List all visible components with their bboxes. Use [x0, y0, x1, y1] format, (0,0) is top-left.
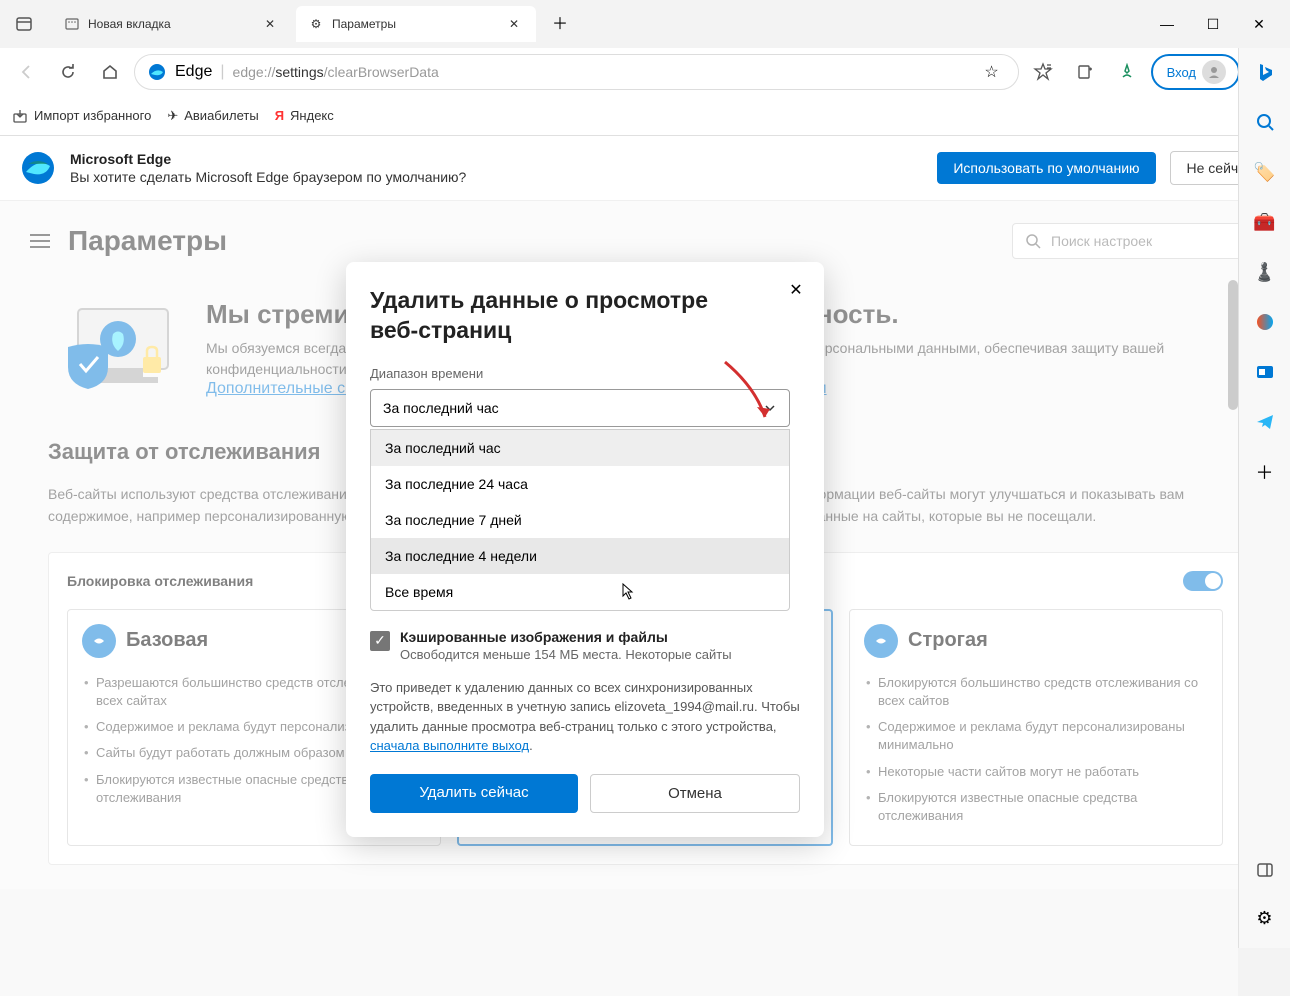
- tools-icon[interactable]: 🧰: [1251, 208, 1279, 236]
- time-range-dropdown[interactable]: За последний час: [370, 389, 790, 427]
- outlook-icon[interactable]: [1251, 358, 1279, 386]
- games-icon[interactable]: ♟️: [1251, 258, 1279, 286]
- tab-label: Новая вкладка: [88, 17, 171, 31]
- dropdown-list: За последний часЗа последние 24 часаЗа п…: [370, 429, 790, 611]
- check-label: Кэшированные изображения и файлы: [400, 629, 732, 645]
- shopping-icon[interactable]: 🏷️: [1251, 158, 1279, 186]
- collections-icon[interactable]: [1067, 54, 1103, 90]
- url-box[interactable]: Edge | edge://settings/clearBrowserData …: [134, 54, 1019, 90]
- tab-icon: [64, 16, 80, 32]
- tab-close-button[interactable]: ✕: [504, 14, 524, 34]
- right-sidebar: 🏷️ 🧰 ♟️ ＋ ⚙: [1238, 48, 1290, 948]
- bookmarks-bar: Импорт избранного ✈ Авиабилеты Я Яндекс: [0, 96, 1290, 136]
- login-button[interactable]: Вход: [1151, 54, 1240, 90]
- url-prefix: Edge: [175, 63, 212, 81]
- tab-label: Параметры: [332, 17, 396, 31]
- bookmark-import[interactable]: Импорт избранного: [12, 108, 151, 124]
- favorite-star-icon[interactable]: ☆: [978, 58, 1006, 86]
- close-window-button[interactable]: ✕: [1236, 4, 1282, 44]
- settings-gear-icon[interactable]: ⚙: [1251, 904, 1279, 932]
- bookmark-label: Авиабилеты: [184, 108, 258, 123]
- new-tab-button[interactable]: ＋: [544, 6, 576, 38]
- dropdown-option[interactable]: За последние 4 недели: [371, 538, 789, 574]
- avatar-icon: [1202, 60, 1226, 84]
- telegram-icon[interactable]: [1251, 408, 1279, 436]
- chevron-down-icon: [763, 401, 777, 415]
- url-text: edge://settings/clearBrowserData: [233, 64, 970, 80]
- dropdown-option[interactable]: Все время: [371, 574, 789, 610]
- signout-link[interactable]: сначала выполните выход: [370, 738, 529, 753]
- modal-title: Удалить данные о просмотре веб-страниц: [370, 286, 750, 346]
- tab-new-tab[interactable]: Новая вкладка ✕: [52, 6, 292, 42]
- edge-logo-icon: [20, 150, 56, 186]
- refresh-button[interactable]: [50, 54, 86, 90]
- edge-logo-icon: [147, 62, 167, 82]
- tab-close-button[interactable]: ✕: [260, 14, 280, 34]
- cancel-button[interactable]: Отмена: [590, 774, 800, 813]
- dropdown-selected: За последний час: [383, 400, 499, 416]
- bookmark-yandex[interactable]: Я Яндекс: [275, 108, 334, 123]
- addressbar: Edge | edge://settings/clearBrowserData …: [0, 48, 1290, 96]
- favorites-icon[interactable]: [1025, 54, 1061, 90]
- time-range-label: Диапазон времени: [370, 366, 800, 381]
- modal-info-text: Это приведет к удалению данных со всех с…: [370, 678, 800, 756]
- dropdown-option[interactable]: За последние 24 часа: [371, 466, 789, 502]
- sidebar-toggle-icon[interactable]: [1251, 856, 1279, 884]
- bookmark-flights[interactable]: ✈ Авиабилеты: [167, 108, 258, 124]
- titlebar: Новая вкладка ✕ ⚙ Параметры ✕ ＋ — ☐ ✕: [0, 0, 1290, 48]
- gear-icon: ⚙: [308, 16, 324, 32]
- import-icon: [12, 108, 28, 124]
- app-menu-icon[interactable]: [8, 8, 40, 40]
- minimize-button[interactable]: —: [1144, 4, 1190, 44]
- bookmark-label: Яндекс: [290, 108, 334, 123]
- tab-settings[interactable]: ⚙ Параметры ✕: [296, 6, 536, 42]
- bookmark-label: Импорт избранного: [34, 108, 151, 123]
- maximize-button[interactable]: ☐: [1190, 4, 1236, 44]
- login-label: Вход: [1167, 65, 1196, 80]
- cached-files-checkbox[interactable]: ✓: [370, 631, 390, 651]
- add-icon[interactable]: ＋: [1251, 458, 1279, 486]
- dropdown-option[interactable]: За последний час: [371, 430, 789, 466]
- plane-icon: ✈: [167, 108, 178, 124]
- check-sublabel: Освободится меньше 154 МБ места. Некотор…: [400, 647, 732, 662]
- office-icon[interactable]: [1251, 308, 1279, 336]
- modal-close-button[interactable]: ✕: [784, 278, 808, 302]
- dropdown-option[interactable]: За последние 7 дней: [371, 502, 789, 538]
- banner-title: Microsoft Edge: [70, 151, 923, 167]
- back-button[interactable]: [8, 54, 44, 90]
- banner-subtitle: Вы хотите сделать Microsoft Edge браузер…: [70, 169, 923, 185]
- search-icon[interactable]: [1251, 108, 1279, 136]
- home-button[interactable]: [92, 54, 128, 90]
- performance-icon[interactable]: [1109, 54, 1145, 90]
- clear-now-button[interactable]: Удалить сейчас: [370, 774, 578, 813]
- use-default-button[interactable]: Использовать по умолчанию: [937, 152, 1155, 184]
- clear-data-modal: ✕ Удалить данные о просмотре веб-страниц…: [346, 262, 824, 837]
- yandex-icon: Я: [275, 108, 284, 123]
- default-browser-banner: Microsoft Edge Вы хотите сделать Microso…: [0, 136, 1290, 201]
- bing-icon[interactable]: [1251, 58, 1279, 86]
